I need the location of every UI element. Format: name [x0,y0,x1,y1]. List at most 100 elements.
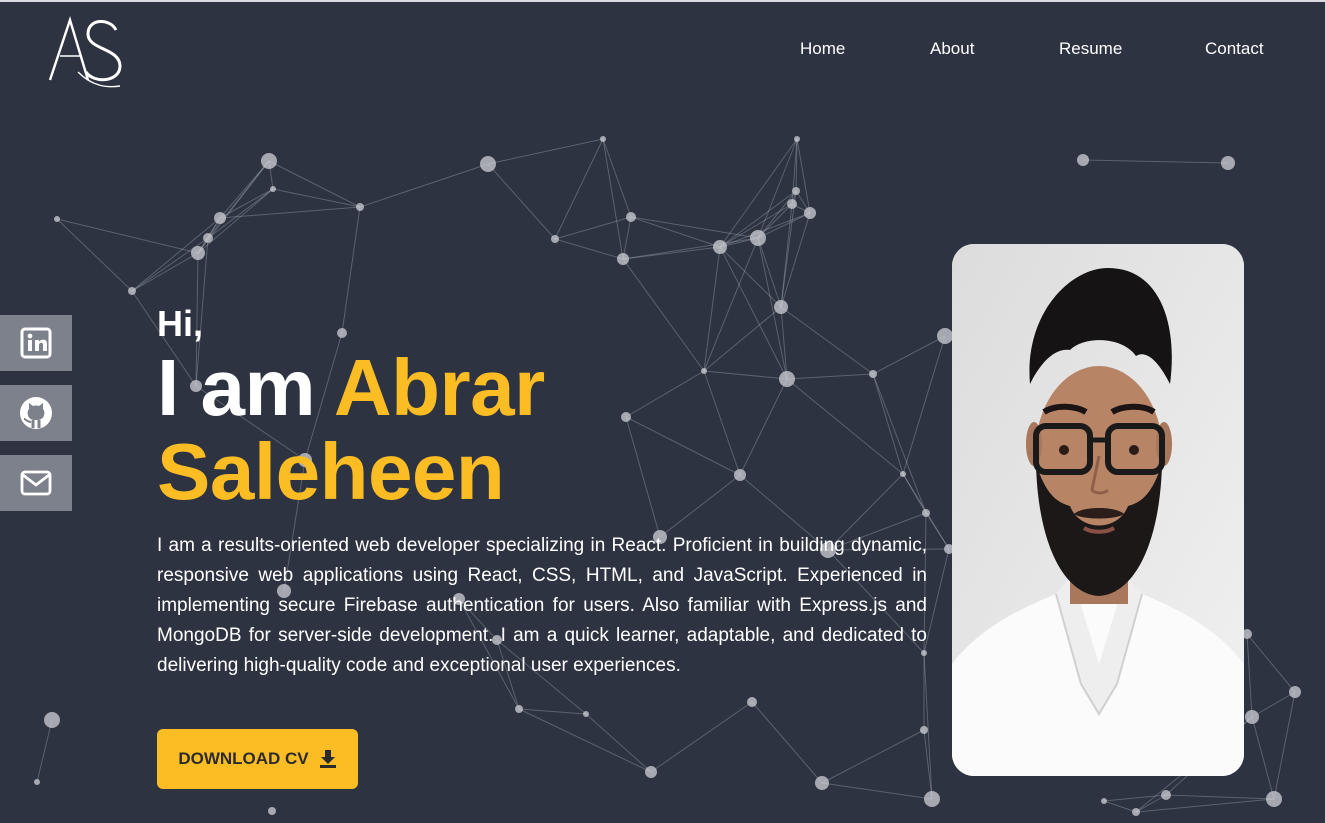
network-link [757,237,782,308]
network-link [36,719,53,783]
network-node [1077,154,1089,166]
network-node [34,779,40,785]
network-link [1165,794,1275,800]
nav-item-home[interactable]: Home [800,39,845,59]
profile-photo [952,244,1244,776]
network-node [583,711,589,717]
network-node [747,697,757,707]
network-link [622,216,632,260]
network-node [600,136,606,142]
download-cv-button[interactable]: DOWNLOAD CV [157,729,358,789]
nav-item-resume[interactable]: Resume [1059,39,1122,59]
portfolio-page: Home About Resume Contact Hi, I am Abrar [0,0,1325,823]
network-link [1246,633,1253,718]
network-link [554,138,604,240]
network-node [804,207,816,219]
download-icon [319,750,336,768]
github-link[interactable] [0,385,72,441]
network-node [44,712,60,728]
network-node [261,153,277,169]
network-node [937,328,953,344]
network-link [268,160,361,208]
intro-text: I am [157,343,316,432]
network-link [1273,691,1296,800]
first-name: Abrar [333,343,545,432]
network-node [1266,791,1282,807]
network-link [923,729,933,800]
network-link [923,548,950,654]
network-node [815,776,829,790]
bio-paragraph: I am a results-oriented web developer sp… [157,535,927,676]
network-node [551,235,559,243]
network-link [821,729,925,784]
network-link [518,708,652,773]
network-link [821,782,933,800]
network-link [757,212,811,239]
network-link [780,203,793,308]
linkedin-link[interactable] [0,315,72,371]
network-link [56,218,199,254]
network-node [1132,808,1140,816]
nav-item-about[interactable]: About [930,39,974,59]
hero-heading: Hi, I am Abrar Saleheen [157,302,927,514]
network-node [128,287,136,295]
network-link [622,237,759,260]
network-link [487,163,556,240]
network-link [487,138,604,165]
network-node [617,253,629,265]
name-line-first: I am Abrar [157,346,927,430]
network-link [757,138,798,239]
network-node [515,705,523,713]
network-node [1101,798,1107,804]
network-node [1161,790,1171,800]
linkedin-icon [20,327,52,359]
network-link [197,188,274,254]
email-link[interactable] [0,455,72,511]
network-node [1245,710,1259,724]
network-node [750,230,766,246]
network-link [56,218,133,292]
network-link [272,188,361,208]
network-link [780,212,811,308]
nav-item-contact[interactable]: Contact [1205,39,1264,59]
network-node [1289,686,1301,698]
logo-monogram [48,16,122,88]
network-link [1135,798,1275,813]
network-node [356,203,364,211]
download-cv-label: DOWNLOAD CV [178,749,309,768]
network-link [602,138,624,260]
network-link [1251,716,1275,800]
network-link [359,163,489,208]
profile-portrait [952,244,1244,776]
network-link [585,713,652,773]
network-node [713,240,727,254]
network-node [1221,156,1235,170]
network-node [268,807,276,815]
network-node [54,216,60,222]
network-node [203,233,213,243]
network-link [554,238,624,260]
network-link [1103,800,1137,813]
network-link [131,252,199,292]
network-node [924,791,940,807]
network-link [602,138,632,218]
network-link [1251,691,1296,718]
greeting-text: Hi, [157,303,204,344]
network-node [191,246,205,260]
network-link [751,701,823,784]
network-link [925,512,950,550]
mail-icon [20,470,52,496]
network-node [792,187,800,195]
network-node [626,212,636,222]
network-link [630,216,721,248]
network-node [645,766,657,778]
network-link [219,160,270,219]
network-node [920,726,928,734]
network-link [650,701,753,773]
network-link [1246,633,1296,693]
network-node [214,212,226,224]
network-node [794,136,800,142]
network-link [1082,159,1229,164]
network-node [480,156,496,172]
site-logo[interactable] [48,12,124,90]
